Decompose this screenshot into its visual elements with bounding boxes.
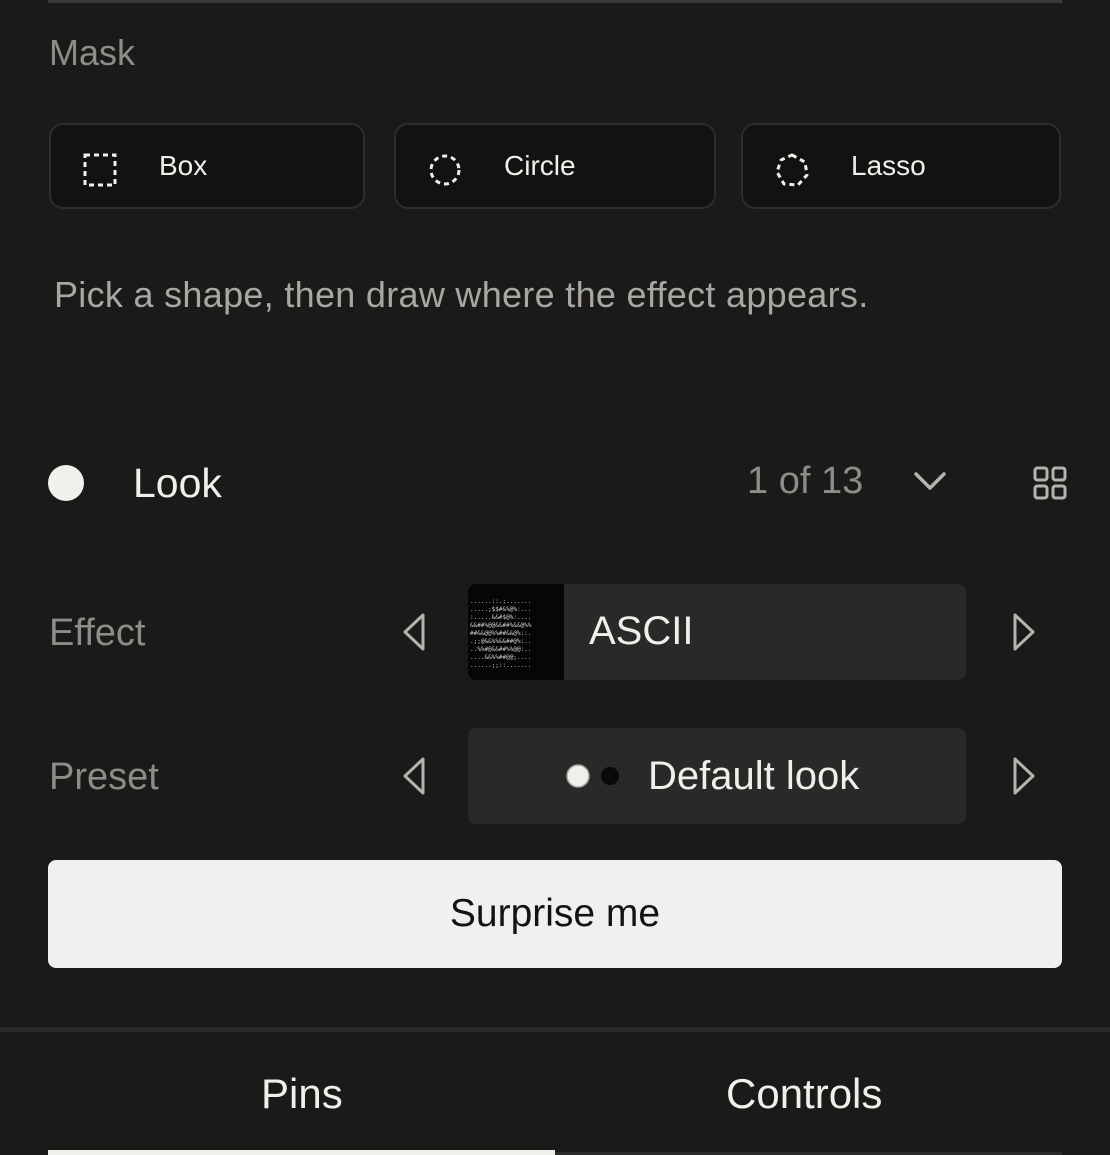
box-select-icon bbox=[83, 153, 117, 187]
chevron-down-icon[interactable] bbox=[910, 466, 950, 498]
preset-value: Default look bbox=[648, 754, 860, 798]
preset-prev-icon[interactable] bbox=[401, 756, 429, 796]
look-status-dot bbox=[48, 465, 84, 501]
lasso-select-icon bbox=[775, 153, 809, 187]
preset-selector[interactable]: Default look bbox=[468, 728, 966, 824]
effect-prev-icon[interactable] bbox=[401, 612, 429, 652]
top-divider bbox=[48, 0, 1062, 3]
preset-next-icon[interactable] bbox=[1009, 756, 1037, 796]
ascii-effect-thumbnail: ......::.;....... .....;$$#&%@%:... :...… bbox=[468, 584, 564, 680]
grid-view-icon[interactable] bbox=[1033, 466, 1067, 500]
tab-pins[interactable]: Pins bbox=[261, 1070, 343, 1118]
mask-hint: Pick a shape, then draw where the effect… bbox=[54, 274, 869, 315]
box-mask-label: Box bbox=[159, 150, 208, 181]
surprise-me-button[interactable]: Surprise me bbox=[48, 860, 1062, 968]
effect-value: ASCII bbox=[589, 609, 694, 653]
effect-selector[interactable]: ......::.;....... .....;$$#&%@%:... :...… bbox=[468, 584, 966, 680]
tab-controls[interactable]: Controls bbox=[726, 1070, 882, 1118]
effect-next-icon[interactable] bbox=[1009, 612, 1037, 652]
bottom-divider bbox=[0, 1027, 1110, 1032]
look-count: 1 of 13 bbox=[747, 460, 864, 502]
active-tab-indicator bbox=[48, 1150, 555, 1155]
lasso-mask-button[interactable]: Lasso bbox=[741, 123, 1061, 209]
circle-mask-button[interactable]: Circle bbox=[394, 123, 716, 209]
preset-color-dots-icon bbox=[566, 764, 619, 788]
look-title: Look bbox=[133, 460, 222, 506]
lasso-mask-label: Lasso bbox=[851, 150, 926, 181]
circle-mask-label: Circle bbox=[504, 150, 576, 181]
preset-label: Preset bbox=[49, 756, 159, 798]
circle-select-icon bbox=[429, 154, 461, 186]
mask-section-label: Mask bbox=[49, 32, 136, 73]
box-mask-button[interactable]: Box bbox=[49, 123, 365, 209]
effect-label: Effect bbox=[49, 612, 146, 654]
